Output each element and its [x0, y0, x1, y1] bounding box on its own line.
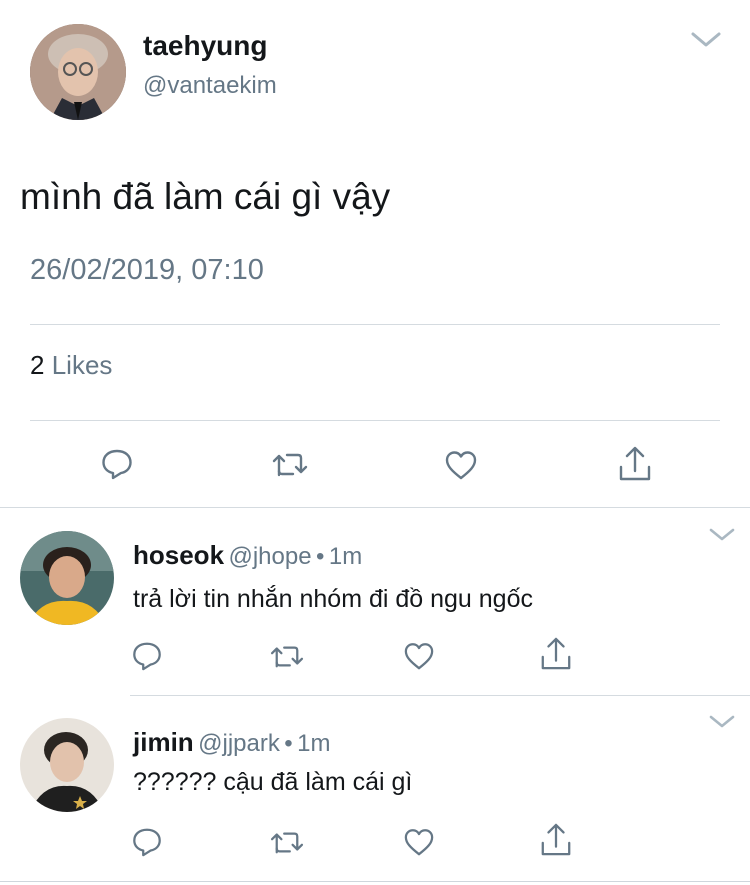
heart-icon[interactable]	[403, 827, 435, 857]
section-divider	[0, 507, 750, 508]
author-handle[interactable]: @vantaekim	[143, 72, 277, 100]
chevron-down-icon[interactable]	[690, 30, 722, 50]
retweet-icon[interactable]	[270, 449, 310, 479]
meta-separator: •	[284, 730, 293, 757]
chevron-down-icon[interactable]	[708, 527, 736, 543]
share-icon[interactable]	[539, 636, 573, 672]
retweet-icon[interactable]	[268, 642, 306, 670]
divider	[30, 324, 720, 325]
likes-count: 2	[30, 350, 45, 380]
reply-header: hoseok @jhope • 1m	[133, 540, 362, 571]
likes-stat[interactable]: 2 Likes	[30, 350, 112, 381]
reply-time[interactable]: 1m	[297, 730, 330, 757]
reply-text: ?????? cậu đã làm cái gì	[133, 768, 413, 796]
author-name[interactable]: taehyung	[143, 30, 267, 62]
reply-divider	[130, 695, 750, 696]
reply-author-handle[interactable]: @jhope	[228, 543, 311, 570]
divider	[30, 420, 720, 421]
author-avatar[interactable]	[30, 24, 126, 120]
reply-icon[interactable]	[131, 826, 163, 858]
heart-icon[interactable]	[444, 449, 478, 481]
tweet-timestamp[interactable]: 26/02/2019, 07:10	[30, 254, 264, 287]
reply-avatar[interactable]	[20, 531, 114, 625]
share-icon[interactable]	[617, 445, 653, 483]
retweet-icon[interactable]	[268, 828, 306, 856]
reply-avatar[interactable]	[20, 718, 114, 812]
reply-text: trả lời tin nhắn nhóm đi đồ ngu ngốc	[133, 585, 533, 613]
bottom-divider	[0, 881, 750, 882]
reply-author-handle[interactable]: @jjpark	[198, 730, 280, 757]
heart-icon[interactable]	[403, 641, 435, 671]
likes-label: Likes	[51, 350, 113, 380]
meta-separator: •	[316, 543, 325, 570]
reply-time[interactable]: 1m	[329, 543, 362, 570]
chevron-down-icon[interactable]	[708, 714, 736, 730]
reply-author-name[interactable]: hoseok	[133, 540, 224, 570]
reply-header: jimin @jjpark • 1m	[133, 727, 331, 758]
reply-author-name[interactable]: jimin	[133, 727, 194, 757]
share-icon[interactable]	[539, 822, 573, 858]
tweet-text: mình đã làm cái gì vậy	[20, 176, 391, 217]
reply-icon[interactable]	[100, 447, 134, 481]
reply-icon[interactable]	[131, 640, 163, 672]
